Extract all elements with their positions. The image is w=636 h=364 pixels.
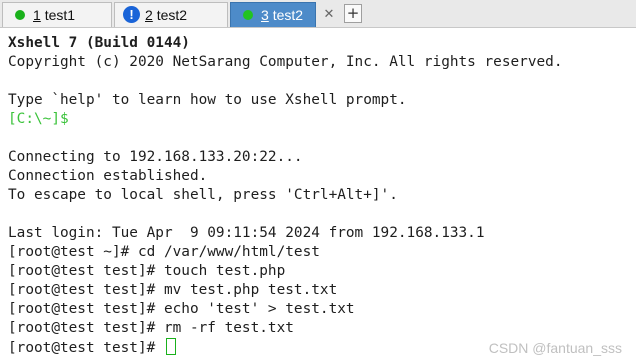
terminal-line: [C:\~]$ bbox=[8, 111, 69, 127]
tab-label: 2 test2 bbox=[145, 7, 187, 23]
tab-name: test2 bbox=[156, 7, 188, 23]
terminal-line: [root@test test]# rm -rf test.txt bbox=[8, 320, 294, 336]
terminal-line: Connecting to 192.168.133.20:22... bbox=[8, 149, 303, 165]
terminal-line: Type `help' to learn how to use Xshell p… bbox=[8, 92, 407, 108]
terminal-lines: Xshell 7 (Build 0144) Copyright (c) 2020 … bbox=[8, 34, 636, 338]
terminal-line: [root@test test]# touch test.php bbox=[8, 263, 286, 279]
terminal-line: [root@test ~]# cd /var/www/html/test bbox=[8, 244, 320, 260]
terminal-line: Connection established. bbox=[8, 168, 208, 184]
terminal-line: To escape to local shell, press 'Ctrl+Al… bbox=[8, 187, 398, 203]
tab-number: 3 bbox=[261, 7, 269, 23]
tab-number: 1 bbox=[33, 7, 41, 23]
xshell-window: 1 test1 ! 2 test2 3 test2 ✕ + Xshell 7 (… bbox=[0, 0, 636, 364]
warning-icon: ! bbox=[123, 6, 140, 23]
text-cursor bbox=[165, 338, 176, 355]
current-prompt: [root@test test]# bbox=[8, 340, 164, 356]
tab-test1[interactable]: 1 test1 bbox=[2, 2, 112, 27]
tab-label: 3 test2 bbox=[261, 7, 303, 23]
terminal-line: Last login: Tue Apr 9 09:11:54 2024 from… bbox=[8, 225, 485, 241]
tab-test2-active[interactable]: 3 test2 bbox=[230, 2, 316, 27]
add-tab-button[interactable]: + bbox=[344, 4, 362, 23]
terminal-line: Copyright (c) 2020 NetSarang Computer, I… bbox=[8, 54, 563, 70]
session-tab-bar: 1 test1 ! 2 test2 3 test2 ✕ + bbox=[0, 0, 636, 28]
terminal-line: [root@test test]# mv test.php test.txt bbox=[8, 282, 338, 298]
terminal-line: [root@test test]# echo 'test' > test.txt bbox=[8, 301, 355, 317]
connected-status-icon bbox=[15, 10, 25, 20]
connected-status-icon bbox=[243, 10, 253, 20]
tab-name: test1 bbox=[44, 7, 76, 23]
terminal-line: Xshell 7 (Build 0144) bbox=[8, 35, 190, 51]
tab-label: 1 test1 bbox=[33, 7, 75, 23]
tab-name: test2 bbox=[272, 7, 304, 23]
tab-number: 2 bbox=[145, 7, 153, 23]
close-tab-icon[interactable]: ✕ bbox=[320, 6, 338, 23]
watermark: CSDN @fantuan_sss bbox=[488, 340, 622, 356]
terminal-output[interactable]: Xshell 7 (Build 0144) Copyright (c) 2020 … bbox=[0, 28, 636, 364]
tab-test2[interactable]: ! 2 test2 bbox=[114, 2, 228, 27]
